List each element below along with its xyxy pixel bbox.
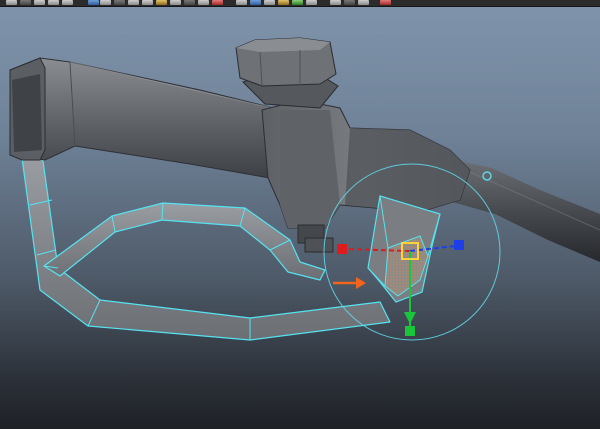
construction-history-icon[interactable]	[184, 0, 195, 5]
move-tool-icon[interactable]	[330, 0, 341, 5]
new-scene-icon[interactable]	[6, 0, 17, 5]
x-axis-handle	[337, 244, 347, 254]
rotate-tool-icon[interactable]	[344, 0, 355, 5]
redo-icon[interactable]	[62, 0, 73, 5]
select-hierarchy-icon[interactable]	[88, 0, 99, 5]
lasso-icon[interactable]	[380, 0, 391, 5]
nozzle-cap-mesh[interactable]	[235, 37, 339, 109]
annotation-arrow	[333, 277, 366, 289]
select-component-icon[interactable]	[114, 0, 125, 5]
scale-tool-icon[interactable]	[358, 0, 369, 5]
cylinder-icon[interactable]	[278, 0, 289, 5]
open-scene-icon[interactable]	[20, 0, 31, 5]
undo-icon[interactable]	[48, 0, 59, 5]
snap-curve-icon[interactable]	[142, 0, 153, 5]
y-axis-handle	[405, 326, 415, 336]
cube-icon[interactable]	[264, 0, 275, 5]
snap-plane-icon[interactable]	[170, 0, 181, 5]
nozzle-body-mesh[interactable]	[261, 99, 471, 244]
valve-stem-mesh[interactable]	[304, 237, 334, 253]
light-icon[interactable]	[292, 0, 303, 5]
perspective-viewport[interactable]	[0, 7, 600, 429]
render-settings-icon[interactable]	[236, 0, 247, 5]
status-line-shelf	[0, 0, 600, 7]
render-frame-icon[interactable]	[198, 0, 209, 5]
maya-app-window	[0, 0, 600, 429]
viewport-scene	[9, 37, 600, 341]
z-axis-handle	[454, 240, 464, 250]
shader-icon[interactable]	[306, 0, 317, 5]
ipr-render-icon[interactable]	[212, 0, 223, 5]
save-scene-icon[interactable]	[34, 0, 45, 5]
select-object-icon[interactable]	[100, 0, 111, 5]
snap-point-icon[interactable]	[156, 0, 167, 5]
snap-grid-icon[interactable]	[128, 0, 139, 5]
sphere-icon[interactable]	[250, 0, 261, 5]
